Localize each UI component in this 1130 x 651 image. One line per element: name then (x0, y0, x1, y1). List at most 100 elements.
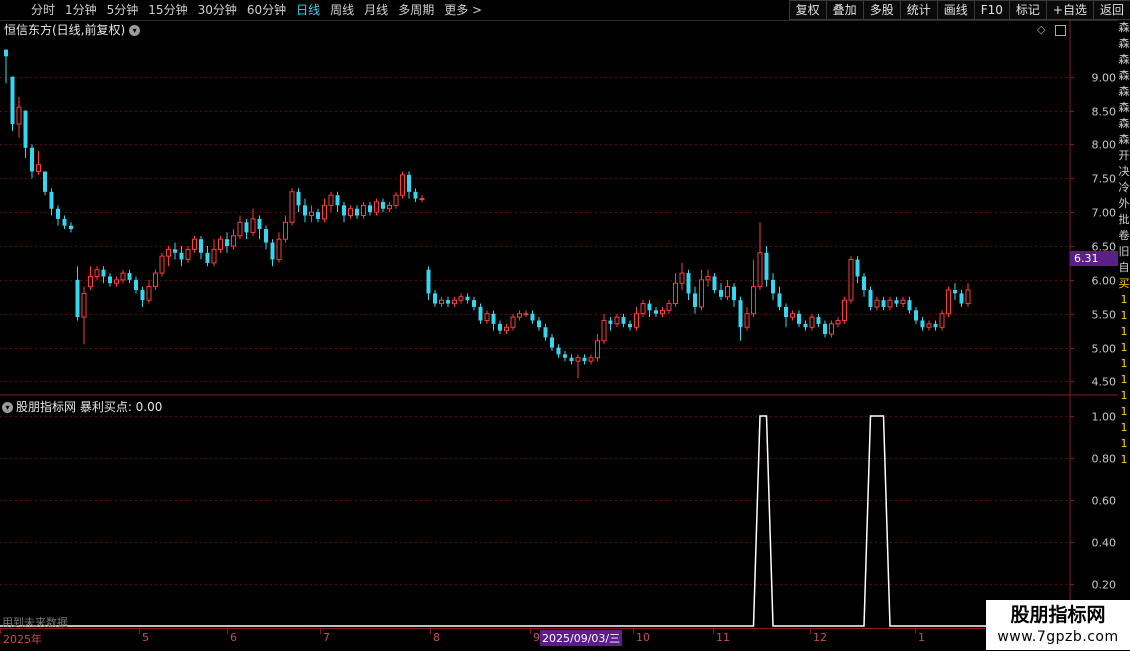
candle-body (608, 320, 613, 324)
date-tick (530, 629, 531, 634)
candle-body (835, 319, 841, 325)
side-char: 1 (1120, 309, 1128, 322)
candle-body (621, 317, 626, 324)
candle-body (237, 221, 243, 237)
candle-body (920, 320, 925, 328)
side-char: 森 (1118, 37, 1130, 50)
side-char: 开 (1118, 149, 1130, 162)
candle-body (751, 286, 756, 315)
candle-body (484, 313, 490, 321)
candle-body (179, 252, 184, 260)
candle-body (316, 212, 320, 219)
candle-body (458, 296, 464, 301)
date-tick (227, 629, 228, 634)
candle-body (250, 218, 256, 233)
indicator-tick-label: 0.80 (1092, 453, 1117, 466)
candle-body (30, 147, 34, 172)
candle-body (381, 201, 385, 209)
side-char: 批 (1118, 213, 1130, 226)
candle-body (69, 225, 73, 230)
selected-date-label: 2025/09/03/三 (540, 630, 623, 646)
candle-body (965, 289, 971, 305)
side-char: 1 (1120, 453, 1128, 466)
candle-body (16, 106, 22, 125)
candle-body (946, 289, 951, 315)
side-char: 1 (1120, 437, 1128, 450)
price-tick-label: 8.00 (1092, 139, 1117, 152)
candle-body (517, 313, 522, 318)
right-side-panel: 森森森森森森森森开决冷外批卷旧自买11111111111 (1118, 20, 1130, 630)
candle-body (530, 313, 535, 321)
watermark-logo: 股朋指标网 www.7gpzb.com (986, 600, 1130, 650)
candle-body (400, 174, 405, 196)
candle-body (673, 282, 678, 305)
candle-body (797, 313, 801, 324)
candle-body (679, 272, 685, 284)
side-char: 森 (1118, 101, 1130, 114)
date-tick (810, 629, 811, 634)
candle-body (88, 275, 93, 288)
candle-body (887, 299, 893, 308)
candle-body (36, 164, 41, 172)
candle-body (614, 316, 620, 325)
candle-body (686, 273, 691, 294)
candle-body (225, 239, 229, 246)
date-label: 12 (813, 631, 827, 644)
price-tick-label: 4.50 (1092, 376, 1117, 389)
candle-body (725, 286, 730, 298)
price-tick-label: 9.00 (1092, 72, 1117, 85)
candle-body (900, 299, 906, 305)
candle-body (264, 229, 268, 243)
candle-body (101, 269, 106, 277)
candle-body (595, 340, 600, 359)
side-char: 1 (1120, 357, 1128, 370)
candle-body (699, 279, 704, 308)
side-char: 外 (1118, 197, 1130, 210)
candle-body (218, 238, 223, 250)
candle-body (23, 110, 28, 148)
candle-body (537, 320, 541, 328)
candle-body (601, 319, 607, 342)
candle-body (465, 296, 470, 301)
side-char: 旧 (1118, 245, 1130, 258)
date-tick (633, 629, 634, 634)
price-tick-label: 6.00 (1092, 275, 1117, 288)
candle-body (4, 49, 8, 57)
candle-body (855, 259, 860, 277)
watermark-url: www.7gpzb.com (997, 629, 1119, 645)
candle-body (446, 300, 450, 304)
candle-body (231, 235, 236, 247)
candle-body (647, 303, 652, 311)
candle-body (582, 357, 587, 362)
candle-body (205, 252, 210, 263)
candle-body (94, 269, 100, 277)
indicator-tick-label: 1.00 (1092, 411, 1117, 424)
candle-body (504, 326, 509, 332)
candle-body (738, 300, 743, 328)
candle-body (478, 306, 483, 321)
candle-body (289, 191, 295, 223)
candle-body (413, 191, 418, 199)
candle-body (777, 293, 782, 307)
candle-body (874, 299, 880, 308)
date-axis: 2025年 5 6 7 8 9 10 11 12 1 2025/09/03/三 (0, 628, 1070, 651)
date-label: 7 (323, 631, 330, 644)
candle-body (666, 303, 672, 311)
date-label: 11 (716, 631, 730, 644)
candle-body (368, 205, 372, 213)
candle-body (426, 269, 431, 294)
candle-body (809, 316, 815, 328)
candle-body (433, 293, 437, 304)
candle-body (640, 303, 646, 315)
candle-body (510, 316, 516, 328)
candle-body (75, 279, 80, 318)
candle-body (140, 290, 145, 301)
candle-body (705, 275, 711, 281)
side-char: 森 (1118, 21, 1130, 34)
candle-body (491, 313, 496, 324)
chart-canvas[interactable]: 9.008.508.007.507.006.506.005.505.004.50… (0, 0, 1130, 650)
side-char: 1 (1120, 373, 1128, 386)
date-tick (430, 629, 431, 634)
candle-body (523, 313, 529, 316)
candle-body (816, 317, 821, 324)
